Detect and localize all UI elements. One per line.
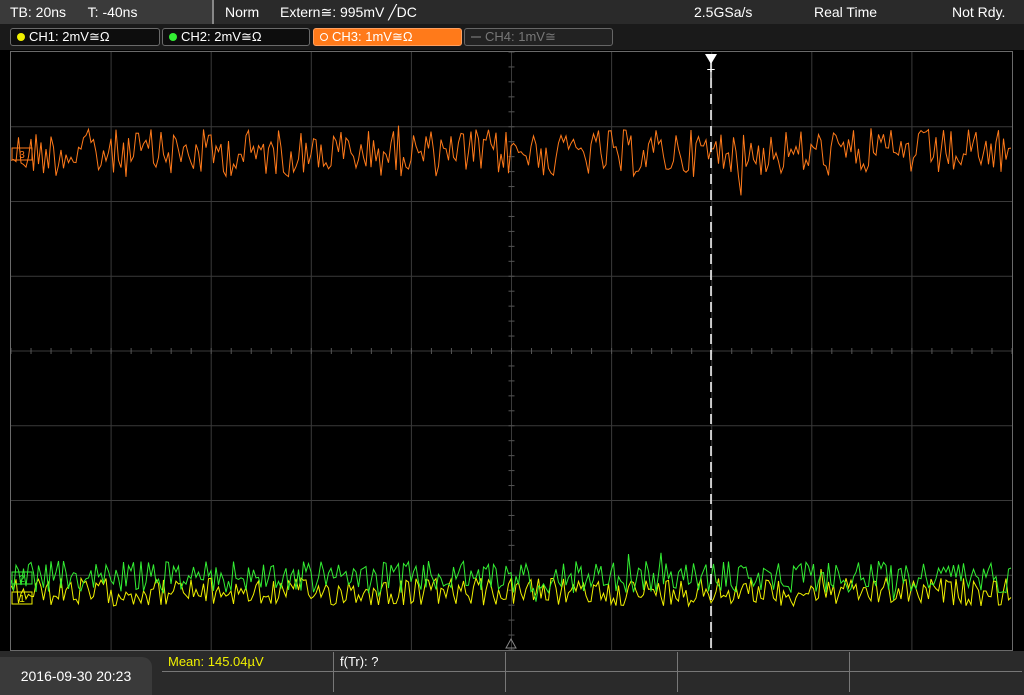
measurement-slot-7[interactable]	[334, 672, 506, 692]
datetime-display: 2016-09-30 20:23	[0, 657, 152, 695]
ch4-indicator-icon	[471, 35, 481, 38]
measurement-slot-9[interactable]	[678, 672, 850, 692]
trigger-mode[interactable]: Norm	[225, 0, 259, 24]
ch1-marker-label: 1	[19, 594, 25, 605]
ch3-indicator-icon	[320, 32, 328, 41]
ch4-label: CH4: 1mV≅	[485, 29, 556, 44]
ch1-indicator-icon	[17, 32, 25, 41]
sample-rate: 2.5GSa/s	[694, 4, 753, 20]
ch2-button[interactable]: CH2: 2mV≅Ω	[162, 28, 310, 46]
ch2-marker-label: 2	[19, 574, 25, 585]
waveform-display[interactable]: T 3 2 1	[10, 51, 1013, 651]
frequency-measurement[interactable]: f(Tr): ?	[334, 652, 506, 672]
timebase-box[interactable]: TB: 20ns T: -40ns	[0, 0, 214, 24]
trigger-source[interactable]: Extern≅: 995mV ╱DC	[280, 0, 417, 24]
measurement-slot-10[interactable]	[850, 672, 1022, 692]
mean-measurement[interactable]: Mean: 145.04µV	[162, 652, 334, 672]
measurement-grid: Mean: 145.04µV f(Tr): ?	[162, 652, 1022, 694]
ch1-button[interactable]: CH1: 2mV≅Ω	[10, 28, 160, 46]
measurement-slot-4[interactable]	[678, 652, 850, 672]
trigger-marker-label: T	[707, 66, 715, 81]
ch1-label: CH1: 2mV≅Ω	[29, 29, 110, 44]
trigger-position-icon[interactable]	[705, 54, 717, 64]
measurement-slot-5[interactable]	[850, 652, 1022, 672]
ch4-button[interactable]: CH4: 1mV≅	[464, 28, 613, 46]
ch3-marker-label: 3	[19, 150, 25, 161]
timebase-label: TB: 20ns	[10, 4, 67, 20]
trigger-offset-label: T: -40ns	[87, 4, 138, 20]
ch2-indicator-icon	[169, 32, 177, 41]
measurement-slot-3[interactable]	[506, 652, 678, 672]
ch3-button[interactable]: CH3: 1mV≅Ω	[313, 28, 462, 46]
measurement-slot-8[interactable]	[506, 672, 678, 692]
acquisition-status: Not Rdy.	[952, 4, 1006, 20]
ch1-offset-marker[interactable]: 1	[11, 591, 33, 605]
graticule	[11, 52, 1012, 650]
ch3-label: CH3: 1mV≅Ω	[332, 29, 413, 44]
waveform-canvas: T 3 2 1	[11, 52, 1012, 650]
measurement-slot-6[interactable]	[162, 672, 334, 692]
acquisition-mode: Real Time	[814, 4, 878, 20]
ch2-label: CH2: 2mV≅Ω	[181, 29, 262, 44]
